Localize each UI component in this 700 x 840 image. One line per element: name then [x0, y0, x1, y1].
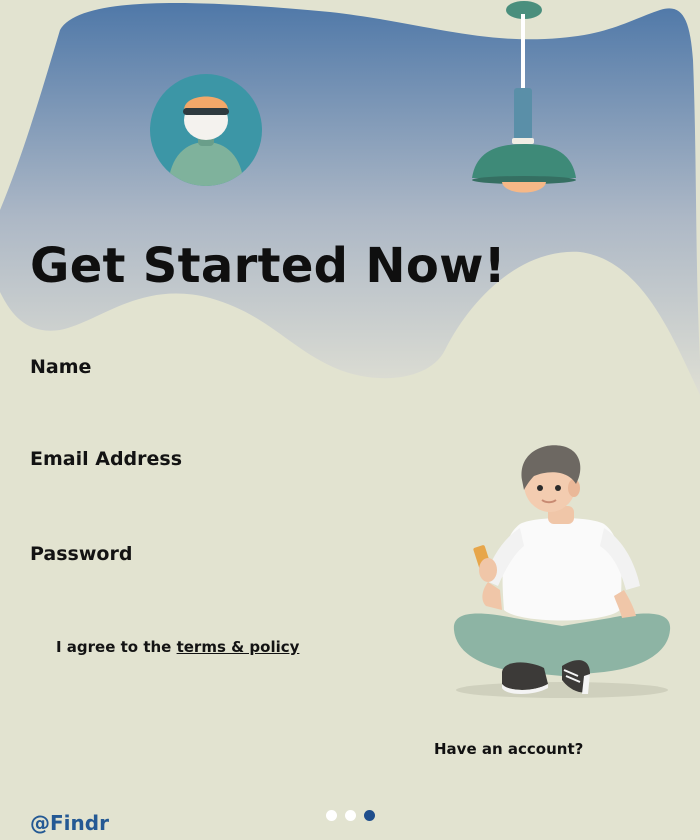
password-label: Password: [30, 543, 133, 565]
password-input[interactable]: [30, 571, 390, 601]
page-dot-3-active[interactable]: [364, 810, 375, 821]
terms-agreement: I agree to the terms & policy: [56, 638, 299, 656]
name-label: Name: [30, 356, 92, 378]
terms-prefix: I agree to the: [56, 638, 177, 656]
brand-logo-text: @Findr: [30, 811, 109, 835]
signup-screen: Get Started Now! Name Email Address Pass…: [0, 0, 700, 840]
name-input[interactable]: [30, 384, 390, 414]
email-input[interactable]: [30, 476, 390, 506]
email-label: Email Address: [30, 448, 183, 470]
page-dot-2[interactable]: [345, 810, 356, 821]
page-dot-1[interactable]: [326, 810, 337, 821]
person-with-phone-illustration: [453, 445, 671, 698]
terms-policy-link[interactable]: terms & policy: [177, 638, 300, 656]
pendant-lamp-icon: [472, 1, 576, 193]
header-gradient-blob: [0, 3, 700, 395]
page-title: Get Started Now!: [30, 238, 506, 294]
page-indicator: [326, 810, 375, 821]
user-avatar-icon: [150, 74, 262, 186]
have-account-link[interactable]: Have an account?: [434, 740, 583, 758]
